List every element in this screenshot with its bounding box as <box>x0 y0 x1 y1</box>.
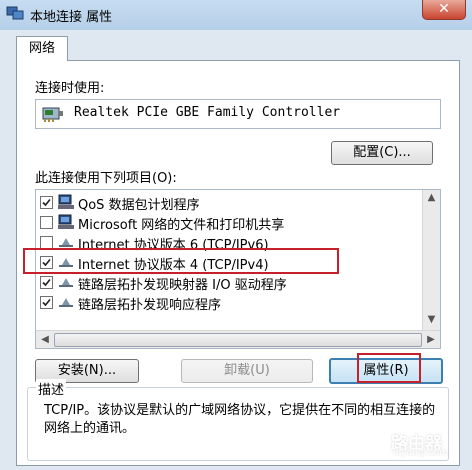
network-client-icon <box>58 214 74 229</box>
scrollbar-thumb[interactable] <box>54 333 422 347</box>
vertical-scrollbar[interactable]: ▲ ▼ <box>422 190 440 330</box>
watermark-logo-icon <box>363 431 389 457</box>
network-adapter-icon <box>42 107 63 122</box>
network-client-icon <box>58 194 74 209</box>
adapter-field: Realtek PCIe GBE Family Controller <box>35 99 441 129</box>
uninstall-button[interactable]: 卸载(U) <box>181 359 313 383</box>
item-checkbox[interactable] <box>40 296 53 309</box>
scroll-down-icon[interactable]: ▼ <box>425 314 438 328</box>
watermark: 路由器 luyouqi.com <box>363 429 449 463</box>
scroll-up-icon[interactable]: ▲ <box>425 192 438 206</box>
items-label: 此连接使用下列项目(O): <box>35 171 177 186</box>
item-label: QoS 数据包计划程序 <box>78 198 200 213</box>
tab-networking[interactable]: 网络 <box>16 36 68 61</box>
item-label: 链路层拓扑发现映射器 I/O 驱动程序 <box>78 278 287 293</box>
watermark-url: luyouqi.com <box>393 448 449 458</box>
check-icon <box>42 278 51 287</box>
protocol-icon <box>59 298 73 307</box>
description-title: 描述 <box>36 379 67 398</box>
properties-highlight-frame <box>357 353 421 383</box>
list-item[interactable]: QoS 数据包计划程序 <box>36 192 422 213</box>
item-checkbox[interactable] <box>40 196 53 209</box>
protocol-icon <box>59 278 73 287</box>
title-bar: 本地连接 属性 ✕ <box>0 0 472 30</box>
item-label: 链路层拓扑发现响应程序 <box>78 298 222 313</box>
item-checkbox[interactable] <box>40 216 53 229</box>
list-item[interactable]: 链路层拓扑发现响应程序 <box>36 292 422 313</box>
list-item[interactable]: Microsoft 网络的文件和打印机共享 <box>36 212 422 233</box>
list-item[interactable]: 链路层拓扑发现映射器 I/O 驱动程序 <box>36 272 422 293</box>
horizontal-scrollbar[interactable]: ◀ ▶ <box>36 330 440 348</box>
item-label: Microsoft 网络的文件和打印机共享 <box>78 218 285 233</box>
scroll-left-icon[interactable]: ◀ <box>38 333 52 346</box>
adapter-name: Realtek PCIe GBE Family Controller <box>74 105 341 120</box>
network-connection-icon <box>6 6 24 20</box>
configure-button[interactable]: 配置(C)... <box>331 141 433 165</box>
check-icon <box>42 198 51 207</box>
connect-using-label: 连接时使用: <box>35 81 105 96</box>
ipv4-highlight-frame <box>23 248 339 274</box>
tab-panel: 连接时使用: Realtek PCIe GBE Family Controlle… <box>16 60 460 466</box>
window-title: 本地连接 属性 <box>30 10 113 25</box>
item-checkbox[interactable] <box>40 276 53 289</box>
check-icon <box>42 298 51 307</box>
close-button[interactable]: ✕ <box>422 0 466 20</box>
close-icon: ✕ <box>438 1 450 17</box>
scroll-right-icon[interactable]: ▶ <box>424 333 438 346</box>
